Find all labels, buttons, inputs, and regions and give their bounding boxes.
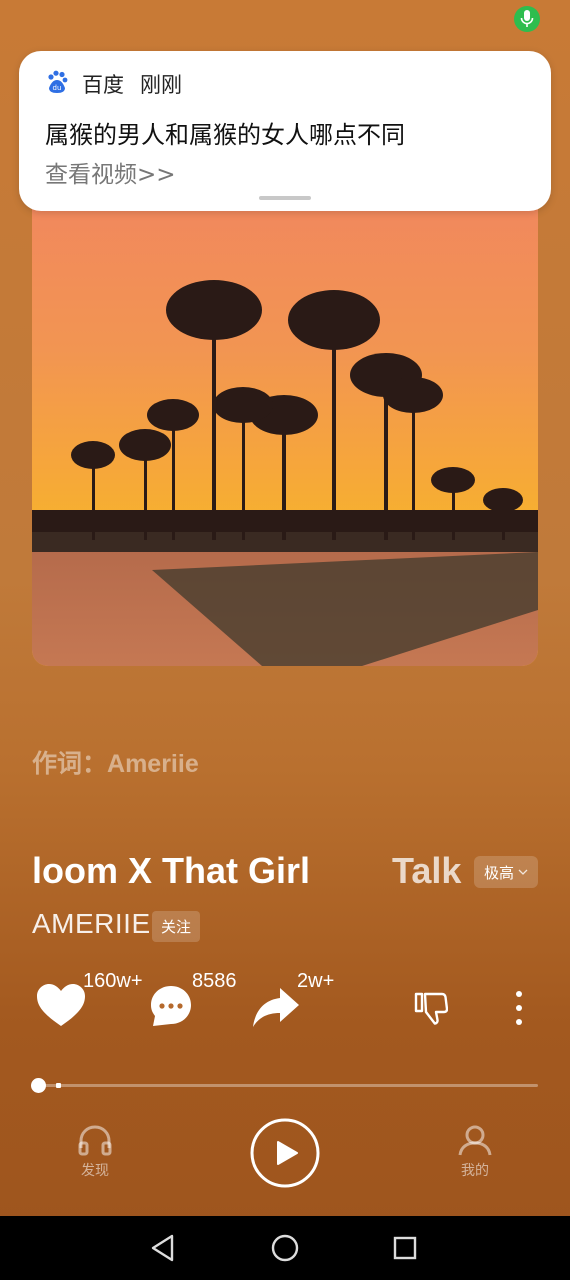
comment-button[interactable]: [149, 984, 193, 1028]
back-icon[interactable]: [150, 1234, 176, 1262]
song-title: loom X That Girl Talk: [32, 850, 472, 898]
more-button[interactable]: [512, 990, 526, 1026]
nav-discover[interactable]: 发现: [70, 1124, 120, 1186]
lyricist-line: 作词：Ameriie: [32, 744, 199, 780]
play-button[interactable]: [250, 1118, 320, 1188]
headphones-icon: [78, 1125, 112, 1156]
lyricist-name: Ameriie: [107, 750, 199, 778]
drag-handle[interactable]: [259, 196, 311, 200]
svg-text:du: du: [53, 84, 62, 92]
quality-selector[interactable]: 极高: [474, 856, 538, 888]
like-count: 160w+: [83, 970, 143, 992]
notification-app-name: 百度: [82, 73, 124, 97]
nav-mine[interactable]: 我的: [450, 1124, 500, 1186]
song-title-next: Talk: [392, 850, 462, 891]
system-nav-bar: [0, 1216, 570, 1280]
play-icon: [250, 1118, 320, 1188]
song-title-text: loom X That Girl: [32, 850, 311, 891]
progress-track[interactable]: [38, 1084, 538, 1087]
artist-name[interactable]: AMERIIE: [32, 908, 151, 940]
buffer-marker: [56, 1083, 61, 1088]
share-icon: [253, 988, 299, 1027]
notification-link[interactable]: 查看视频>>: [45, 155, 176, 189]
home-icon[interactable]: [271, 1234, 299, 1262]
chevron-down-icon: [518, 869, 528, 875]
like-button[interactable]: [36, 983, 86, 1029]
recents-icon[interactable]: [393, 1236, 417, 1260]
notification-time: 刚刚: [140, 73, 182, 97]
dislike-icon: [414, 992, 449, 1025]
baidu-paw-icon: du: [48, 70, 68, 93]
album-art: [32, 180, 538, 666]
progress-thumb[interactable]: [31, 1078, 46, 1093]
comment-count: 8586: [192, 970, 237, 992]
share-count: 2w+: [297, 970, 335, 992]
dislike-button[interactable]: [414, 991, 449, 1025]
user-icon: [458, 1125, 492, 1156]
notification-card[interactable]: du 百度 刚刚 属猴的男人和属猴的女人哪点不同 查看视频>>: [19, 51, 551, 211]
comment-icon: [151, 986, 191, 1026]
follow-button[interactable]: 关注: [152, 911, 200, 942]
nav-discover-label: 发现: [81, 1163, 109, 1179]
mic-indicator-icon: [514, 6, 540, 32]
quality-label: 极高: [483, 863, 514, 882]
more-icon: [516, 991, 522, 1025]
lyricist-label: 作词：: [32, 749, 108, 778]
notification-title[interactable]: 属猴的男人和属猴的女人哪点不同: [45, 115, 405, 150]
nav-mine-label: 我的: [461, 1163, 489, 1179]
heart-icon: [37, 984, 85, 1026]
share-button[interactable]: [252, 986, 300, 1028]
